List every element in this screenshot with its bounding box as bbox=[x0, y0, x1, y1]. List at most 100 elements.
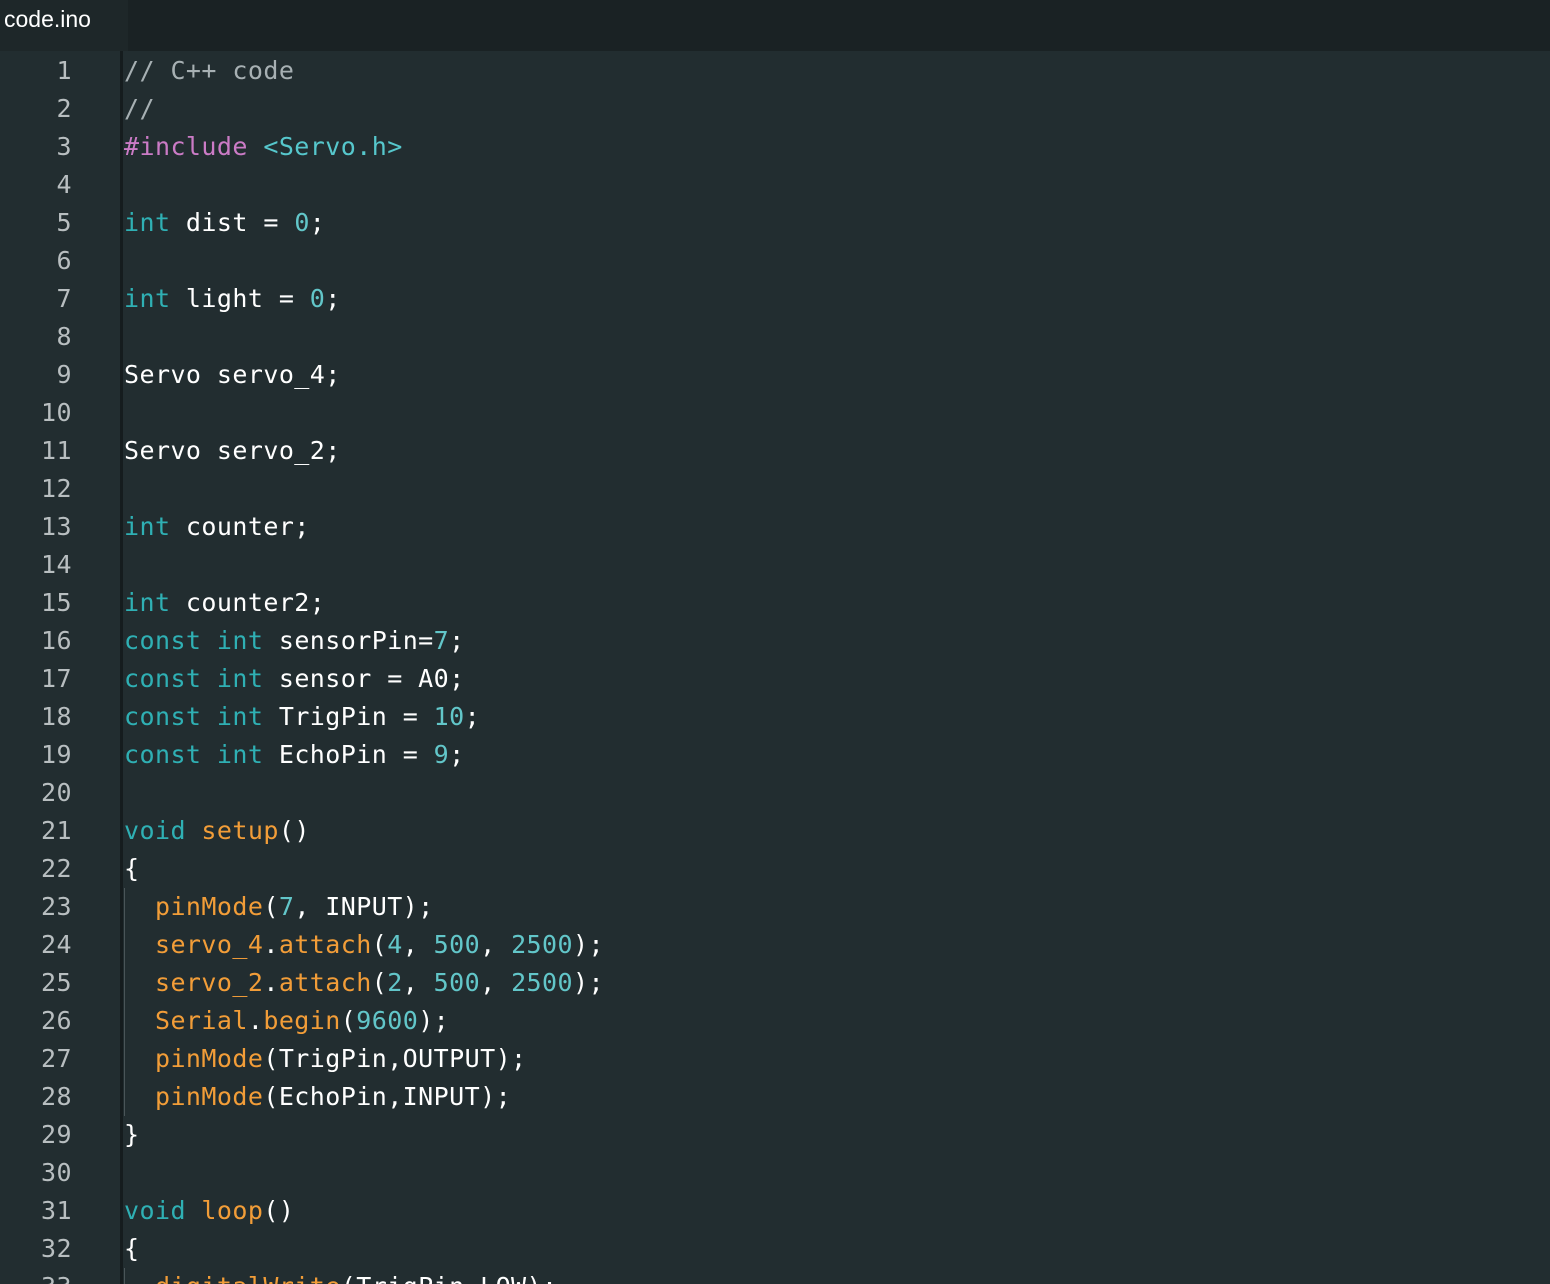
line-code: int counter2; bbox=[124, 584, 325, 622]
code-token: loop bbox=[201, 1196, 264, 1225]
code-token: // C++ code bbox=[124, 56, 295, 85]
line-code: // bbox=[124, 90, 155, 128]
code-token: . bbox=[247, 1006, 264, 1035]
code-line: 23 pinMode(7, INPUT); bbox=[0, 888, 1550, 926]
code-line: 9 Servo servo_4; bbox=[0, 356, 1550, 394]
line-number: 29 bbox=[41, 1120, 72, 1149]
code-line: 16 const int sensorPin=7; bbox=[0, 622, 1550, 660]
code-line: 15 int counter2; bbox=[0, 584, 1550, 622]
tab-bar: code.ino bbox=[0, 0, 1550, 51]
code-line: 12 bbox=[0, 470, 1550, 508]
line-code: pinMode(EchoPin,INPUT); bbox=[124, 1078, 511, 1116]
code-token: void bbox=[124, 1196, 186, 1225]
code-token: , bbox=[480, 930, 512, 959]
line-number: 33 bbox=[0, 1268, 72, 1284]
line-code: Servo servo_2; bbox=[124, 432, 341, 470]
code-editor[interactable]: 1 // C++ code 2 // 3 #include <Servo.h> 4 5 int … bbox=[0, 51, 1550, 1284]
code-token: ( bbox=[371, 968, 388, 997]
line-number: 26 bbox=[41, 1006, 72, 1035]
code-line: 7 int light = 0; bbox=[0, 280, 1550, 318]
line-number: 23 bbox=[41, 892, 72, 921]
code-line: 18 const int TrigPin = 10; bbox=[0, 698, 1550, 736]
code-token: <Servo.h> bbox=[263, 132, 403, 161]
code-token: 10 bbox=[433, 702, 465, 731]
code-token: . bbox=[263, 930, 279, 959]
code-token: int bbox=[216, 664, 264, 693]
code-token: , bbox=[402, 968, 434, 997]
code-token: const bbox=[124, 702, 202, 731]
code-line: 6 bbox=[0, 242, 1550, 280]
line-number: 20 bbox=[41, 778, 72, 807]
code-token: 2500 bbox=[511, 930, 574, 959]
code-token: 0 bbox=[309, 284, 326, 313]
code-token: 7 bbox=[433, 626, 450, 655]
line-number: 10 bbox=[41, 398, 72, 427]
code-token: 7 bbox=[278, 892, 295, 921]
line-code: int counter; bbox=[124, 508, 310, 546]
code-token: ); bbox=[418, 1006, 450, 1035]
line-number: 5 bbox=[56, 208, 72, 237]
code-token: ; bbox=[325, 284, 341, 313]
line-number: 1 bbox=[56, 56, 72, 85]
code-line: 8 bbox=[0, 318, 1550, 356]
line-number: 11 bbox=[41, 436, 72, 465]
code-token: , bbox=[402, 930, 434, 959]
code-token: pinMode bbox=[154, 1082, 264, 1111]
code-token: (TrigPin,LOW); bbox=[341, 1272, 558, 1284]
code-token: , bbox=[480, 968, 512, 997]
code-token: } bbox=[124, 1120, 140, 1149]
code-token: digitalWrite bbox=[155, 1272, 341, 1284]
code-token: ); bbox=[573, 968, 604, 997]
code-token: pinMode bbox=[154, 892, 264, 921]
code-token: counter2; bbox=[170, 588, 326, 617]
line-code: digitalWrite(TrigPin,LOW); bbox=[124, 1268, 558, 1284]
code-token: ; bbox=[449, 740, 465, 769]
tab-code-ino[interactable]: code.ino bbox=[0, 0, 128, 51]
code-token: ; bbox=[309, 208, 326, 237]
line-number: 7 bbox=[56, 284, 72, 313]
code-token: , INPUT); bbox=[294, 892, 434, 921]
line-code: } bbox=[124, 1116, 139, 1154]
line-code: { bbox=[124, 1230, 139, 1268]
code-token: 9600 bbox=[356, 1006, 419, 1035]
line-code: const int sensor = A0; bbox=[124, 660, 465, 698]
line-code: Servo servo_4; bbox=[124, 356, 341, 394]
code-token: . bbox=[263, 968, 279, 997]
line-number: 12 bbox=[41, 474, 72, 503]
code-token: dist = bbox=[170, 208, 295, 237]
line-code: pinMode(7, INPUT); bbox=[124, 888, 434, 926]
code-token: ); bbox=[573, 930, 604, 959]
code-token: begin bbox=[263, 1006, 341, 1035]
code-token: attach bbox=[278, 968, 372, 997]
line-number: 22 bbox=[41, 854, 72, 883]
code-token: const bbox=[124, 740, 202, 769]
code-token: 2 bbox=[387, 968, 403, 997]
code-token: int bbox=[124, 208, 171, 237]
code-token: ; bbox=[464, 702, 481, 731]
code-line: 22 { bbox=[0, 850, 1550, 888]
code-line: 20 bbox=[0, 774, 1550, 812]
code-line: 29} bbox=[0, 1116, 1550, 1154]
code-token: sensor = A0; bbox=[263, 664, 465, 693]
code-line: 24 servo_4.attach(4, 500, 2500); bbox=[0, 926, 1550, 964]
line-number: 16 bbox=[41, 626, 72, 655]
code-line: 31 void loop() bbox=[0, 1192, 1550, 1230]
tab-label: code.ino bbox=[4, 6, 91, 32]
line-number: 2 bbox=[56, 94, 72, 123]
code-token: servo_2 bbox=[154, 968, 264, 997]
line-number: 9 bbox=[56, 360, 72, 389]
code-token: ; bbox=[449, 626, 465, 655]
code-token: int bbox=[124, 512, 171, 541]
code-token: 2500 bbox=[511, 968, 574, 997]
